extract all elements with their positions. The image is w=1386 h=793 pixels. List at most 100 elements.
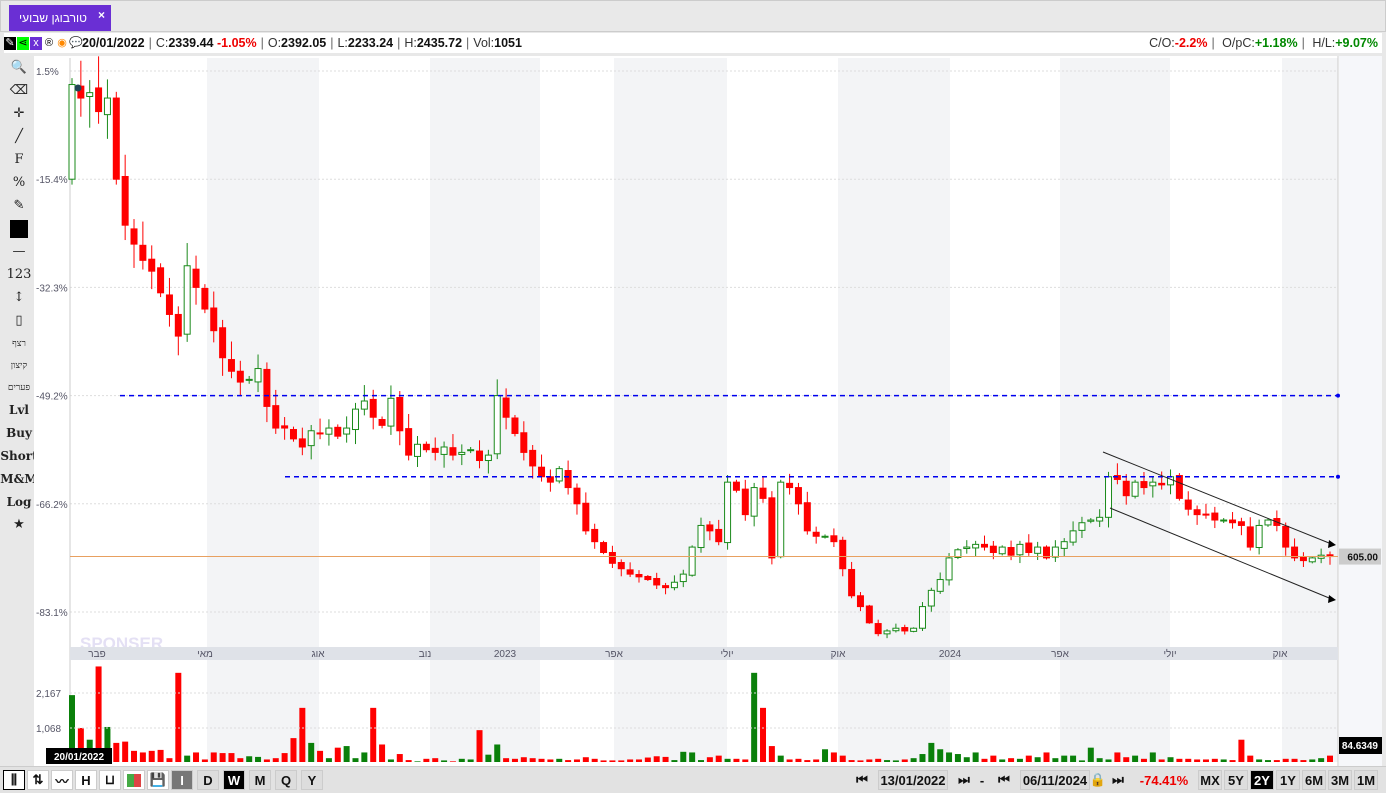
volume-bar <box>1211 758 1218 762</box>
candle-down <box>538 466 546 478</box>
volume-bar <box>627 759 634 762</box>
measure-icon[interactable]: 123 <box>4 263 34 286</box>
fibonacci-icon[interactable]: F <box>4 148 34 171</box>
H-chart-icon[interactable]: H <box>75 770 97 790</box>
candles-chart-icon[interactable]: ⫼ <box>3 770 25 790</box>
target-icon[interactable]: ◉ <box>56 37 68 50</box>
candle-down <box>1184 499 1192 510</box>
zoom-icon[interactable]: 🔍 <box>4 56 34 79</box>
gaps-tool[interactable]: פערים <box>4 376 34 398</box>
interval-Q[interactable]: Q <box>275 770 297 790</box>
next-start-button[interactable]: ⏭ <box>950 770 978 790</box>
U-chart-icon[interactable]: ⊔ <box>99 770 121 790</box>
edit-icon[interactable]: ✎ <box>4 194 34 217</box>
volume-bar <box>839 755 846 762</box>
candle-down <box>1237 521 1245 526</box>
chart-tab[interactable]: טורבוגן שבועי × <box>9 5 111 31</box>
interval-D[interactable]: D <box>197 770 219 790</box>
end-date-field[interactable]: 06/11/2024 <box>1020 770 1090 790</box>
candle-up <box>1051 546 1059 558</box>
volume-bar <box>892 760 899 762</box>
change-pct[interactable]: -74.41% <box>1137 770 1191 790</box>
price-chart[interactable]: 2,4001.5%2,000-15.4%1,600-32.3%1,200-49.… <box>34 56 1382 766</box>
volume-bar <box>219 753 226 762</box>
candle-down <box>794 487 802 505</box>
buy-tool[interactable]: Buy <box>4 421 34 444</box>
candle-up <box>325 427 333 435</box>
line-width-icon[interactable]: — <box>4 240 34 263</box>
interval-I[interactable]: I <box>171 770 193 790</box>
line-tool-icon[interactable]: ╱ <box>4 125 34 148</box>
volume-bar <box>485 754 492 762</box>
vertical-measure-icon[interactable]: ↕ <box>4 286 34 309</box>
percent-icon[interactable]: % <box>4 171 34 194</box>
comment-icon[interactable]: 💬 <box>69 37 83 50</box>
draw-icon[interactable]: ✎ <box>4 36 16 50</box>
save-chart-icon[interactable]: 💾 <box>147 770 169 790</box>
excel-icon[interactable]: x <box>30 36 42 50</box>
prev-end-button[interactable]: ⏮ <box>990 770 1018 790</box>
candle-down <box>289 429 297 440</box>
volume-bar <box>1096 758 1103 762</box>
time-label: 2024 <box>939 649 962 660</box>
range-3M[interactable]: 3M <box>1328 770 1352 790</box>
crosshair-icon[interactable]: ✛ <box>4 102 34 125</box>
volume-bar <box>1070 755 1077 762</box>
sequence-tool[interactable]: רצף <box>4 332 34 354</box>
colors-chart-icon[interactable] <box>123 770 145 790</box>
candle-up <box>670 581 678 589</box>
interval-W[interactable]: W <box>223 770 245 790</box>
candle-down <box>476 450 484 462</box>
share-icon[interactable]: ⋖ <box>17 36 29 50</box>
volume-bar <box>1202 759 1209 762</box>
mm-tool[interactable]: M&M <box>0 467 37 490</box>
close-icon[interactable]: × <box>98 8 105 22</box>
interval-M[interactable]: M <box>249 770 271 790</box>
volume-bar <box>1061 755 1068 762</box>
volume-bar <box>476 730 483 762</box>
volume-bar <box>884 760 891 762</box>
volume-bar <box>1291 758 1298 762</box>
range-6M[interactable]: 6M <box>1302 770 1326 790</box>
favorite-icon[interactable]: ★ <box>4 513 34 536</box>
candle-down <box>236 370 244 383</box>
candle-type-icon[interactable]: ▯ <box>4 309 34 332</box>
candle-down <box>856 595 864 608</box>
start-date-field[interactable]: 13/01/2022 <box>878 770 948 790</box>
line-chart-icon[interactable]: 〰 <box>51 770 73 790</box>
candle-up <box>1069 530 1077 543</box>
volume-bar <box>644 757 651 762</box>
range-1M[interactable]: 1M <box>1354 770 1378 790</box>
volume-bar <box>1220 759 1227 762</box>
candle-up <box>103 97 111 116</box>
candle-down <box>741 488 749 516</box>
range-1Y[interactable]: 1Y <box>1276 770 1300 790</box>
volume-bar <box>573 759 580 762</box>
interval-Y[interactable]: Y <box>301 770 323 790</box>
dash[interactable]: - <box>976 770 988 790</box>
level-tool[interactable]: Lvl <box>4 398 34 421</box>
candle-down <box>121 175 129 226</box>
last-end-button[interactable]: ⏭ <box>1104 770 1132 790</box>
log-toggle[interactable]: Log <box>4 490 34 513</box>
registered-icon[interactable]: ® <box>43 37 55 50</box>
color-icon[interactable] <box>4 217 34 240</box>
lock-icon[interactable]: 🔒 <box>1090 770 1106 790</box>
candle-up <box>555 468 563 482</box>
range-2Y[interactable]: 2Y <box>1250 770 1274 790</box>
range-5Y[interactable]: 5Y <box>1224 770 1248 790</box>
eraser-icon[interactable]: ⌫ <box>4 79 34 102</box>
volume-bar <box>272 758 279 762</box>
volume-bar <box>1052 758 1059 762</box>
range-MX[interactable]: MX <box>1198 770 1222 790</box>
extreme-tool[interactable]: קיצון <box>4 354 34 376</box>
candle-down <box>848 568 856 597</box>
candle-down <box>600 542 608 553</box>
candle-down <box>662 585 670 589</box>
short-tool[interactable]: Short <box>0 444 37 467</box>
bars-chart-icon[interactable]: ⇅ <box>27 770 49 790</box>
hl-value: +9.07% <box>1335 36 1378 50</box>
volume-bar <box>1264 760 1271 762</box>
candle-up <box>307 430 315 447</box>
first-start-button[interactable]: ⏮ <box>848 770 876 790</box>
